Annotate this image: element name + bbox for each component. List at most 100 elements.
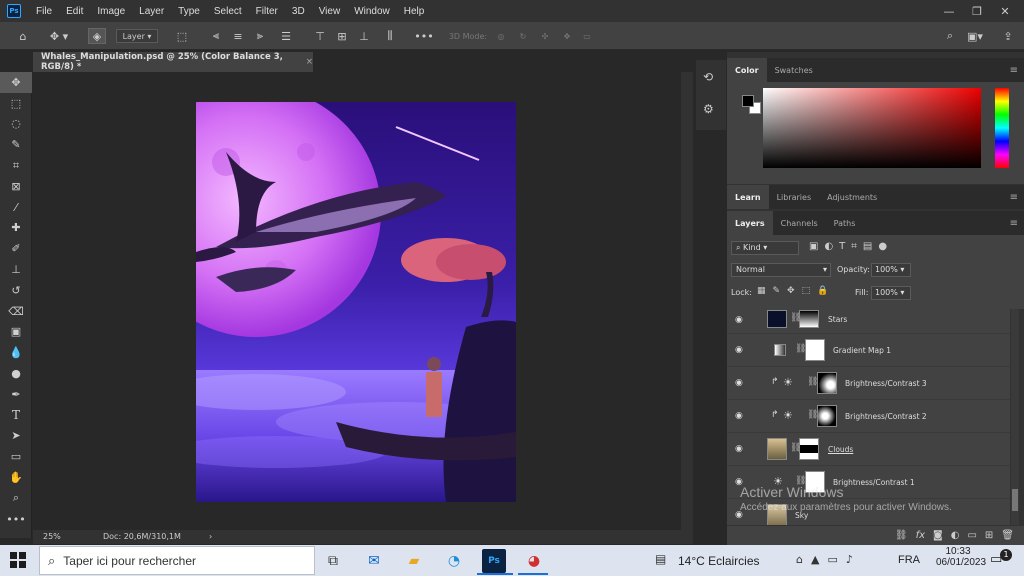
hue-slider[interactable] [995, 88, 1009, 168]
menu-file[interactable]: File [29, 6, 59, 17]
visibility-eye-icon[interactable]: ◉ [735, 378, 743, 388]
layer-row-gradient-map-1[interactable]: ◉ ⛓ Gradient Map 1 [727, 334, 1010, 367]
blend-mode-dropdown[interactable]: Normal ▾ [731, 263, 831, 277]
auto-select-target-dropdown[interactable]: Layer ▾ [116, 29, 158, 43]
zoom-tool-icon[interactable]: ⌕ [0, 488, 32, 509]
dodge-tool-icon[interactable]: ● [0, 363, 32, 384]
learn-panel-menu-icon[interactable]: ≡ [1010, 192, 1018, 203]
menu-window[interactable]: Window [347, 6, 397, 17]
color-panel-menu-icon[interactable]: ≡ [1010, 65, 1018, 76]
tab-color[interactable]: Color [727, 58, 767, 82]
layer-mask-thumbnail[interactable] [799, 310, 819, 328]
share-icon[interactable]: ⇪ [1000, 28, 1016, 44]
status-menu-arrow-icon[interactable]: › [209, 532, 212, 541]
quick-selection-tool-icon[interactable]: ✎ [0, 134, 32, 155]
tab-learn[interactable]: Learn [727, 185, 769, 209]
tab-adjustments[interactable]: Adjustments [819, 185, 885, 209]
zoom-level[interactable]: 25% [43, 532, 61, 541]
eraser-tool-icon[interactable]: ⌫ [0, 301, 32, 322]
close-document-icon[interactable]: × [306, 57, 313, 67]
layer-mask-thumbnail[interactable] [799, 438, 819, 460]
layers-scrollbar[interactable] [1011, 309, 1019, 525]
menu-help[interactable]: Help [397, 6, 432, 17]
menu-view[interactable]: View [312, 6, 348, 17]
layer-row-clouds[interactable]: ◉ ⛓ Clouds [727, 433, 1010, 466]
align-top-icon[interactable]: ⊤ [314, 28, 326, 44]
path-selection-tool-icon[interactable]: ➤ [0, 426, 32, 447]
restore-icon[interactable]: ❐ [963, 0, 991, 22]
align-right-icon[interactable]: ⫸ [254, 28, 266, 44]
input-language[interactable]: FRA [898, 554, 920, 566]
new-layer-icon[interactable]: ⊞ [985, 530, 993, 541]
brush-tool-icon[interactable]: ✐ [0, 238, 32, 259]
layer-filter-dropdown[interactable]: ⌕ Kind ▾ [731, 241, 799, 255]
3d-camera-icon[interactable]: ▭ [580, 28, 594, 44]
edge-browser-icon[interactable]: ◔ [442, 549, 466, 573]
new-group-icon[interactable]: ▭ [967, 530, 976, 541]
menu-edit[interactable]: Edit [59, 6, 90, 17]
tab-swatches[interactable]: Swatches [767, 58, 821, 82]
align-bottom-icon[interactable]: ⊥ [358, 28, 370, 44]
3d-orbit-icon[interactable]: ◎ [494, 28, 508, 44]
marquee-tool-icon[interactable]: ⬚ [0, 93, 32, 114]
fill-field[interactable]: 100% ▾ [871, 286, 911, 300]
app-taskbar-icon[interactable]: ◕ [522, 549, 546, 573]
layer-filter-icons[interactable]: ▣◐T⌗▤● [809, 241, 893, 252]
close-icon[interactable]: ✕ [991, 0, 1019, 22]
crop-tool-icon[interactable]: ⌗ [0, 155, 32, 176]
clock[interactable]: 10:33 06/01/2023 [936, 546, 986, 568]
menu-layer[interactable]: Layer [132, 6, 171, 17]
delete-layer-icon[interactable]: 🗑 [1001, 530, 1014, 541]
align-middle-icon[interactable]: ⊞ [336, 28, 348, 44]
opacity-field[interactable]: 100% ▾ [871, 263, 911, 277]
windows-start-icon[interactable] [10, 552, 26, 568]
move-tool-icon[interactable]: ✥ [0, 72, 32, 93]
3d-roll-icon[interactable]: ↻ [516, 28, 530, 44]
distribute-icon[interactable]: ☰ [280, 28, 292, 44]
healing-brush-tool-icon[interactable]: ✚ [0, 218, 32, 239]
history-brush-tool-icon[interactable]: ↺ [0, 280, 32, 301]
taskbar-search-box[interactable]: ⌕ Taper ici pour rechercher [39, 546, 315, 575]
auto-select-icon[interactable]: ◈ [88, 28, 106, 44]
type-tool-icon[interactable]: T [0, 405, 32, 426]
align-left-icon[interactable]: ⫷ [210, 28, 222, 44]
layer-row-brightness-contrast-2[interactable]: ◉ ↱ ☀ ⛓ Brightness/Contrast 2 [727, 400, 1010, 433]
hand-tool-icon[interactable]: ✋ [0, 467, 32, 488]
link-layers-icon[interactable]: ⛓ [895, 530, 908, 541]
tab-channels[interactable]: Channels [773, 211, 826, 235]
home-icon[interactable]: ⌂ [14, 28, 32, 44]
system-tray-icons[interactable]: ⌂▲▭♪ [796, 553, 861, 566]
new-adjustment-layer-icon[interactable]: ◐ [951, 530, 960, 541]
canvas-vertical-scrollbar[interactable] [681, 72, 693, 530]
menu-image[interactable]: Image [90, 6, 132, 17]
menu-select[interactable]: Select [207, 6, 249, 17]
layers-scrollbar-thumb[interactable] [1012, 489, 1018, 511]
visibility-eye-icon[interactable]: ◉ [735, 411, 743, 421]
document-tab[interactable]: Whales_Manipulation.psd @ 25% (Color Bal… [33, 52, 313, 72]
eyedropper-tool-icon[interactable]: ⁄ [0, 197, 32, 218]
mail-icon[interactable]: ✉ [362, 549, 386, 573]
transform-controls-icon[interactable]: ⬚ [174, 28, 190, 44]
menu-type[interactable]: Type [171, 6, 207, 17]
pen-tool-icon[interactable]: ✒ [0, 384, 32, 405]
tab-paths[interactable]: Paths [826, 211, 864, 235]
lock-icons[interactable]: ▦✎✥⬚🔒 [757, 286, 835, 296]
3d-slide-icon[interactable]: ✥ [560, 28, 574, 44]
frame-tool-icon[interactable]: ⊠ [0, 176, 32, 197]
layer-row-stars[interactable]: ◉ ⛓ Stars [727, 309, 1010, 334]
search-icon[interactable]: ⌕ [942, 28, 958, 44]
layer-mask-thumbnail[interactable] [817, 405, 837, 427]
edit-toolbar-icon[interactable]: ••• [0, 509, 32, 530]
visibility-eye-icon[interactable]: ◉ [735, 315, 743, 325]
visibility-eye-icon[interactable]: ◉ [735, 345, 743, 355]
foreground-color-swatch[interactable] [742, 95, 754, 107]
photoshop-taskbar-icon[interactable]: Ps [482, 549, 506, 573]
lasso-tool-icon[interactable]: ◌ [0, 114, 32, 135]
minimize-icon[interactable]: — [935, 0, 963, 22]
visibility-eye-icon[interactable]: ◉ [735, 444, 743, 454]
workspace-icon[interactable]: ▣▾ [964, 28, 986, 44]
layer-mask-thumbnail[interactable] [805, 339, 825, 361]
news-widget-icon[interactable]: ▤ [655, 552, 666, 566]
history-panel-icon[interactable]: ⟲ [703, 70, 713, 84]
file-explorer-icon[interactable]: ▰ [402, 549, 426, 573]
